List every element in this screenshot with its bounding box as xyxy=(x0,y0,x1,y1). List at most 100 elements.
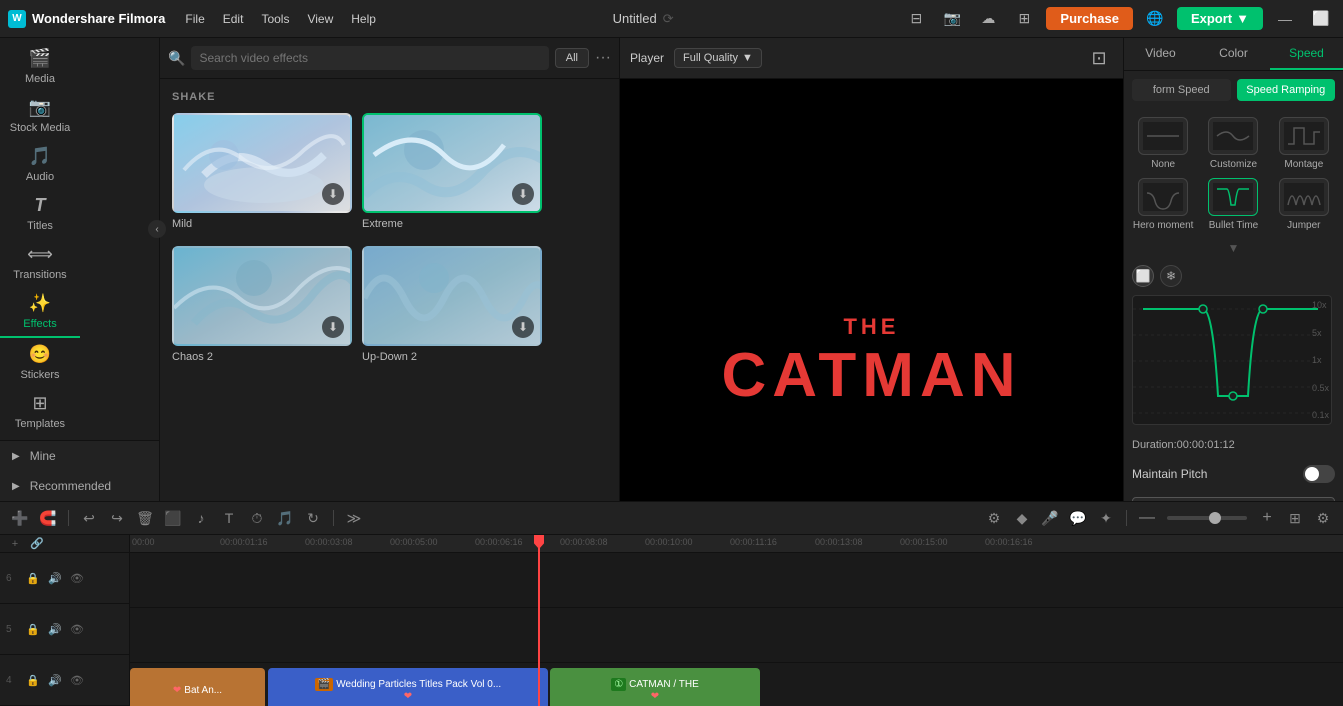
effect-card-chaos[interactable]: ⬇ Chaos 2 xyxy=(172,246,352,363)
filter-all-button[interactable]: All xyxy=(555,48,589,68)
subtitle-btn[interactable]: 💬 xyxy=(1066,506,1090,530)
clip-wedding[interactable]: 🎬 Wedding Particles Titles Pack Vol 0...… xyxy=(268,668,548,706)
tab-templates[interactable]: ⊞ Templates xyxy=(0,387,80,436)
ruler-3: 00:00:05:00 xyxy=(390,537,438,547)
tab-transitions[interactable]: ⟺ Transitions xyxy=(0,238,80,287)
menu-file[interactable]: File xyxy=(177,8,212,30)
maintain-pitch-toggle[interactable] xyxy=(1303,465,1335,483)
lock-4-btn[interactable]: 🔒 xyxy=(24,671,42,689)
menu-edit[interactable]: Edit xyxy=(215,8,252,30)
minimize-btn[interactable]: ⊟ xyxy=(902,5,930,33)
updown-download-badge[interactable]: ⬇ xyxy=(512,316,534,338)
freeze-frame-btn[interactable]: ⬜ xyxy=(1132,265,1154,287)
zoom-in-btn[interactable]: + xyxy=(1255,506,1279,530)
subtab-form-speed[interactable]: form Speed xyxy=(1132,79,1231,101)
preset-jumper[interactable]: Jumper xyxy=(1273,178,1335,231)
crop-btn[interactable]: ⬛ xyxy=(161,506,185,530)
audio-btn[interactable]: ♪ xyxy=(189,506,213,530)
timer-btn[interactable]: ⏱ xyxy=(245,506,269,530)
tab-stickers[interactable]: 😊 Stickers xyxy=(0,338,80,387)
project-title: Untitled xyxy=(613,11,657,26)
eye-6-btn[interactable]: 👁 xyxy=(68,569,86,587)
marker-btn[interactable]: ◆ xyxy=(1010,506,1034,530)
undo-btn[interactable]: ↩ xyxy=(77,506,101,530)
sidebar-item-recommended[interactable]: ▶ Recommended xyxy=(0,471,159,501)
preset-montage[interactable]: Montage xyxy=(1273,117,1335,170)
ripple-btn[interactable]: ⚙ xyxy=(982,506,1006,530)
ai-btn[interactable]: ✦ xyxy=(1094,506,1118,530)
settings-btn[interactable]: ⚙ xyxy=(1311,506,1335,530)
menu-view[interactable]: View xyxy=(299,8,341,30)
lock-6-btn[interactable]: 🔒 xyxy=(24,569,42,587)
playhead[interactable] xyxy=(538,535,540,706)
audio-6-btn[interactable]: 🔊 xyxy=(46,569,64,587)
eye-5-btn[interactable]: 👁 xyxy=(68,620,86,638)
window-maximize-btn[interactable]: ⬜ xyxy=(1307,5,1335,33)
chaos-download-badge[interactable]: ⬇ xyxy=(322,316,344,338)
clip-catman[interactable]: ① CATMAN / THE ❤ xyxy=(550,668,760,706)
tab-titles[interactable]: T Titles xyxy=(0,189,80,238)
zoom-slider[interactable] xyxy=(1167,516,1247,520)
audio2-btn[interactable]: 🎵 xyxy=(273,506,297,530)
more-btn[interactable]: ≫ xyxy=(342,506,366,530)
redo-btn[interactable]: ↪ xyxy=(105,506,129,530)
mild-download-badge[interactable]: ⬇ xyxy=(322,183,344,205)
curve-canvas[interactable]: 10x 5x 1x 0.5x 0.1x xyxy=(1132,295,1332,425)
cloud-btn[interactable]: ☁ xyxy=(974,5,1002,33)
purchase-button[interactable]: Purchase xyxy=(1046,7,1133,30)
tab-stock[interactable]: 📷 Stock Media xyxy=(0,91,80,140)
subtab-speed-ramping[interactable]: Speed Ramping xyxy=(1237,79,1336,101)
effect-card-mild[interactable]: ⬇ Mild xyxy=(172,113,352,230)
right-tab-speed[interactable]: Speed xyxy=(1270,38,1343,70)
screenshot-btn[interactable]: 📷 xyxy=(938,5,966,33)
window-minimize-btn[interactable]: — xyxy=(1271,5,1299,33)
sidebar-collapse-btn[interactable]: ‹ xyxy=(148,220,166,238)
preview-expand-icon[interactable]: ⊡ xyxy=(1085,44,1113,72)
zoom-handle[interactable] xyxy=(1209,512,1221,524)
more-options-btn[interactable]: ··· xyxy=(595,49,611,67)
delete-btn[interactable]: 🗑 xyxy=(133,506,157,530)
tracks-area: ❤ Bat An... 🎬 Wedding Particles Titles P… xyxy=(130,553,1343,706)
presets-expand[interactable]: ▼ xyxy=(1124,239,1343,257)
lock-5-btn[interactable]: 🔒 xyxy=(24,620,42,638)
menu-tools[interactable]: Tools xyxy=(253,8,297,30)
audio-5-btn[interactable]: 🔊 xyxy=(46,620,64,638)
magnet-btn[interactable]: 🧲 xyxy=(36,506,60,530)
snowflake-btn[interactable]: ❄ xyxy=(1160,265,1182,287)
track-header-spacer: + 🔗 xyxy=(0,535,129,553)
link-btn[interactable]: 🔗 xyxy=(28,535,46,553)
quality-select[interactable]: Full Quality ▼ xyxy=(674,48,762,68)
effect-thumb-mild: ⬇ xyxy=(172,113,352,213)
mic-btn[interactable]: 🎤 xyxy=(1038,506,1062,530)
eye-4-btn[interactable]: 👁 xyxy=(68,671,86,689)
tab-effects[interactable]: ✨ Effects xyxy=(0,287,80,338)
effect-card-extreme[interactable]: ⬇ Extreme xyxy=(362,113,542,230)
preset-bullet-time[interactable]: Bullet Time xyxy=(1202,178,1264,231)
rotate-btn[interactable]: ↻ xyxy=(301,506,325,530)
extreme-download-badge[interactable]: ⬇ xyxy=(512,183,534,205)
add-track-btn[interactable]: ➕ xyxy=(8,506,32,530)
speed-curve: ⬜ ❄ xyxy=(1124,257,1343,433)
grid-btn[interactable]: ⊞ xyxy=(1010,5,1038,33)
clip-bat[interactable]: ❤ Bat An... xyxy=(130,668,265,706)
menu-help[interactable]: Help xyxy=(343,8,384,30)
view-mode-btn[interactable]: ⊞ xyxy=(1283,506,1307,530)
none-curve-svg xyxy=(1143,122,1183,150)
search-input[interactable] xyxy=(191,46,548,70)
right-tab-video[interactable]: Video xyxy=(1124,38,1197,70)
tab-audio[interactable]: 🎵 Audio xyxy=(0,140,80,189)
text-btn[interactable]: T xyxy=(217,506,241,530)
zoom-out-btn[interactable]: — xyxy=(1135,506,1159,530)
language-btn[interactable]: 🌐 xyxy=(1141,5,1169,33)
preset-none[interactable]: None xyxy=(1132,117,1194,170)
right-tab-color[interactable]: Color xyxy=(1197,38,1270,70)
ruler-2: 00:00:03:08 xyxy=(305,537,353,547)
add-clip-btn[interactable]: + xyxy=(6,535,24,553)
audio-4-btn[interactable]: 🔊 xyxy=(46,671,64,689)
sidebar-item-mine[interactable]: ▶ Mine xyxy=(0,441,159,471)
export-button[interactable]: Export ▼ xyxy=(1177,7,1263,30)
tab-media[interactable]: 🎬 Media xyxy=(0,42,80,91)
preset-hero-moment[interactable]: Hero moment xyxy=(1132,178,1194,231)
preset-customize[interactable]: Customize xyxy=(1202,117,1264,170)
effect-card-updown[interactable]: ⬇ Up-Down 2 xyxy=(362,246,542,363)
